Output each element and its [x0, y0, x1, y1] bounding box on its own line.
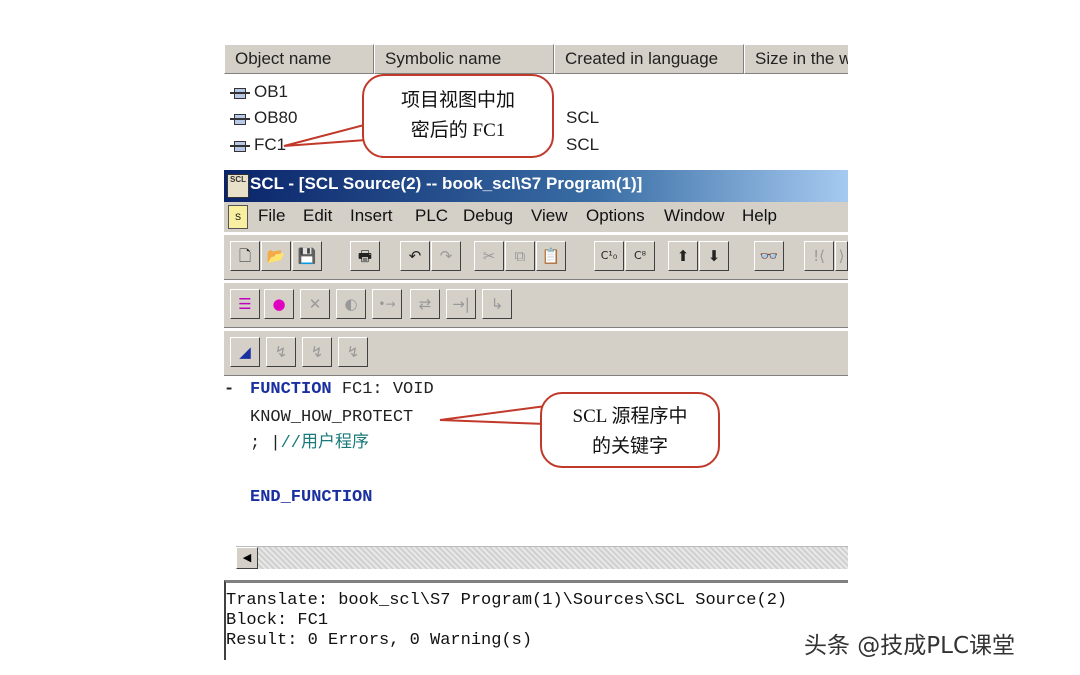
- step-icon[interactable]: ⇄: [410, 289, 440, 319]
- column-header-created-in-language[interactable]: Created in language: [554, 44, 744, 74]
- object-language: SCL: [566, 135, 600, 154]
- code-text: FC1: VOID: [331, 380, 434, 399]
- toolbar-debug: ☰ ● ✕ ◐ •→ ⇄ →| ↳: [224, 282, 848, 328]
- keyword: FUNCTION: [250, 380, 332, 399]
- collapse-marker[interactable]: -: [224, 378, 234, 402]
- upload-icon[interactable]: ⬇: [699, 241, 729, 271]
- toolbar-main: 🗋 📂 💾 🖶 ↶ ↷ ✂ ⧉ 📋 C¹₀ C⁸ ⬆ ⬇ 👓 !⟨ ⟩: [224, 234, 848, 280]
- callout-line: SCL 源程序中: [572, 406, 688, 427]
- list-icon[interactable]: ☰: [230, 289, 260, 319]
- list-item-ob1[interactable]: OB1: [230, 80, 288, 104]
- document-icon[interactable]: S: [228, 205, 248, 229]
- callout-keyword: SCL 源程序中 的关键字: [540, 392, 720, 468]
- monitor-icon[interactable]: 👓: [754, 241, 784, 271]
- block-icon: [230, 113, 250, 125]
- toolbar-bookmarks: ◢ ↯ ↯ ↯: [224, 330, 848, 376]
- print-icon[interactable]: 🖶: [350, 241, 380, 271]
- watermark: 头条 @技成PLC课堂: [804, 633, 1016, 659]
- cut-icon[interactable]: ✂: [474, 241, 504, 271]
- bookmark-clear-icon[interactable]: ↯: [338, 337, 368, 367]
- menu-edit[interactable]: Edit: [303, 206, 332, 226]
- text-cursor: |: [270, 434, 281, 453]
- callout-line: 项目视图中加: [400, 90, 515, 111]
- output-line: Translate: book_scl\S7 Program(1)\Source…: [226, 591, 788, 610]
- menu-bar: S File Edit Insert PLC Debug View Option…: [224, 202, 848, 232]
- breakpoint-active-icon[interactable]: ◐: [336, 289, 366, 319]
- output-line: Block: FC1: [226, 611, 329, 630]
- menu-view[interactable]: View: [531, 206, 568, 226]
- code-line: KNOW_HOW_PROTECT: [250, 408, 414, 427]
- horizontal-scrollbar[interactable]: ◀: [236, 546, 848, 569]
- goto-end-icon[interactable]: ⟩: [835, 241, 848, 271]
- step-into-icon[interactable]: ↳: [482, 289, 512, 319]
- bookmark-prev-icon[interactable]: ↯: [302, 337, 332, 367]
- title-bar[interactable]: SCL SCL - [SCL Source(2) -- book_scl\S7 …: [224, 170, 848, 202]
- menu-window[interactable]: Window: [664, 206, 724, 226]
- breakpoint-icon[interactable]: ●: [264, 289, 294, 319]
- callout-pointer: [439, 405, 547, 425]
- column-header-object-name[interactable]: Object name: [224, 44, 374, 74]
- scroll-left-icon[interactable]: ◀: [236, 547, 258, 569]
- list-item-fc1[interactable]: FC1: [230, 133, 286, 157]
- code-text: ;: [250, 434, 261, 453]
- undo-icon[interactable]: ↶: [400, 241, 430, 271]
- compile-icon[interactable]: C¹₀: [594, 241, 624, 271]
- next-statement-icon[interactable]: •→: [372, 289, 402, 319]
- menu-file[interactable]: File: [258, 206, 285, 226]
- protected-block-icon: [230, 140, 250, 152]
- block-icon: [230, 87, 250, 99]
- callout-pointer: [283, 123, 369, 147]
- menu-options[interactable]: Options: [586, 206, 645, 226]
- bookmark-next-icon[interactable]: ↯: [266, 337, 296, 367]
- code-line: END_FUNCTION: [250, 486, 372, 510]
- keyword: END_FUNCTION: [250, 488, 373, 507]
- object-name: OB1: [254, 82, 289, 101]
- menu-debug[interactable]: Debug: [463, 206, 513, 226]
- download-icon[interactable]: ⬆: [668, 241, 698, 271]
- copy-icon[interactable]: ⧉: [505, 241, 535, 271]
- open-icon[interactable]: 📂: [261, 241, 291, 271]
- output-panel: Translate: book_scl\S7 Program(1)\Source…: [224, 580, 848, 660]
- output-line: Result: 0 Errors, 0 Warning(s): [226, 631, 533, 650]
- menu-insert[interactable]: Insert: [350, 206, 393, 226]
- step-out-icon[interactable]: →|: [446, 289, 476, 319]
- column-header-size[interactable]: Size in the w: [744, 44, 848, 74]
- column-header-symbolic-name[interactable]: Symbolic name: [374, 44, 554, 74]
- window-title: SCL - [SCL Source(2) -- book_scl\S7 Prog…: [250, 174, 643, 193]
- bookmark-icon[interactable]: ◢: [230, 337, 260, 367]
- compile-all-icon[interactable]: C⁸: [625, 241, 655, 271]
- callout-line: 的关键字: [591, 436, 668, 457]
- scl-app-icon[interactable]: SCL: [227, 174, 249, 198]
- new-icon[interactable]: 🗋: [230, 241, 260, 271]
- callout-project-view: 项目视图中加 密后的 FC1: [362, 74, 554, 158]
- code-line: ; |//用户程序: [250, 432, 369, 456]
- code-comment: //用户程序: [280, 434, 370, 453]
- clear-breakpoint-icon[interactable]: ✕: [300, 289, 330, 319]
- goto-start-icon[interactable]: !⟨: [804, 241, 834, 271]
- save-icon[interactable]: 💾: [292, 241, 322, 271]
- code-line: FUNCTION FC1: VOID: [250, 378, 434, 402]
- menu-help[interactable]: Help: [742, 206, 777, 226]
- menu-plc[interactable]: PLC: [415, 206, 448, 226]
- callout-line: 密后的 FC1: [410, 120, 506, 141]
- object-language: SCL: [566, 108, 600, 127]
- redo-icon[interactable]: ↷: [431, 241, 461, 271]
- paste-icon[interactable]: 📋: [536, 241, 566, 271]
